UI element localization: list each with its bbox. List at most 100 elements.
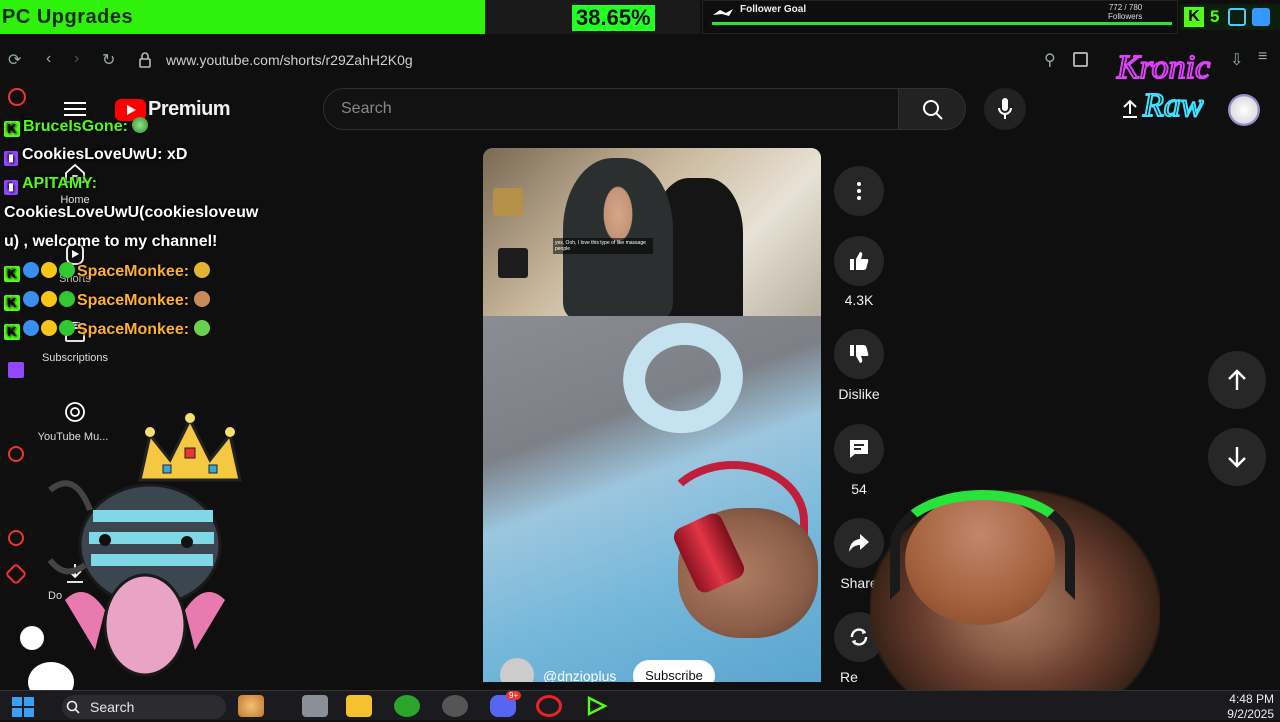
thumbs-up-icon: [850, 252, 869, 270]
next-video-button[interactable]: [1208, 428, 1266, 486]
search-icon: [66, 700, 80, 714]
comments-button[interactable]: [834, 424, 884, 474]
taskbar-search-label: Search: [90, 699, 135, 715]
chat-message: K SpaceMonkee:: [4, 262, 212, 282]
opera-icon[interactable]: [536, 695, 562, 717]
clock-icon: [8, 530, 24, 546]
search-placeholder: Search: [341, 100, 392, 117]
taskbar-time: 4:48 PM: [1229, 692, 1274, 706]
thumbs-down-icon: [850, 345, 869, 363]
emoji-icon: [20, 626, 44, 650]
axolotl-mascot: [45, 450, 245, 690]
pin-icon[interactable]: ⚲: [1044, 50, 1056, 70]
stream-status-icon: [8, 88, 26, 106]
verified-badge-icon: [59, 291, 75, 307]
discord-notification-badge: 9+: [506, 691, 522, 700]
headset: [890, 490, 1075, 600]
follower-goal-count: 772 / 780 Followers: [1108, 3, 1142, 21]
kick-logo-icon: K: [1184, 7, 1204, 27]
emote-icon: [193, 262, 210, 278]
chatgpt-icon[interactable]: [442, 695, 468, 717]
follower-goal-label: Follower Goal: [740, 4, 807, 15]
chat-message: ▮ CookiesLoveUwU: xD: [4, 146, 187, 166]
like-button[interactable]: [834, 236, 884, 286]
twitch-logo-icon: ▮: [4, 180, 18, 195]
taskbar-search[interactable]: [62, 695, 226, 719]
kick-logo-icon: K: [4, 295, 20, 311]
chat-text-line: u) , welcome to my channel!: [4, 233, 218, 250]
youtube-premium-logo[interactable]: Premium: [148, 98, 231, 121]
kick-studio-icon[interactable]: [584, 695, 610, 717]
widget-icon[interactable]: [238, 695, 264, 717]
channel-name[interactable]: @dnzioplus: [543, 668, 616, 682]
file-explorer-icon[interactable]: [346, 695, 372, 717]
youtube-music-icon[interactable]: [64, 401, 86, 423]
sync-icon[interactable]: ⟳: [8, 50, 21, 70]
sub-badge-icon: [41, 262, 57, 278]
goal-percent: 38.65%: [572, 5, 655, 31]
verified-badge-icon: [59, 320, 75, 336]
previous-video-button[interactable]: [1208, 351, 1266, 409]
search-icon: [923, 100, 943, 120]
follower-count-value: 772 / 780: [1108, 3, 1143, 12]
gear-icon: [4, 562, 28, 586]
reload-button[interactable]: ↻: [102, 50, 115, 70]
chat-message: K BruceIsGone:: [4, 117, 150, 137]
chat-username: SpaceMonkee:: [77, 263, 190, 280]
search-button[interactable]: [898, 88, 966, 130]
play-button-award-icon: [498, 248, 528, 278]
video-caption: yes, Ooh, I love this type of like massa…: [553, 238, 653, 254]
follower-goal-track: [712, 22, 1172, 25]
more-vertical-icon: [857, 182, 861, 200]
chat-username: CookiesLoveUwU:: [22, 146, 163, 163]
arrow-down-icon: [1228, 447, 1246, 468]
kronic-raw-logo: Kronic Raw: [1105, 38, 1255, 128]
goal-title: PC Upgrades: [2, 6, 134, 28]
share-icon: [849, 534, 869, 552]
emote-icon: [193, 291, 210, 307]
kick-logo-icon: K: [4, 121, 20, 137]
verified-badge-icon: [59, 262, 75, 278]
chat-username: BruceIsGone:: [23, 118, 128, 135]
taskbar-date: 9/2/2025: [1227, 707, 1274, 721]
chat-message: K SpaceMonkee:: [4, 291, 212, 311]
voice-search-button[interactable]: [984, 88, 1026, 130]
windows-start-icon[interactable]: [12, 697, 34, 717]
sidebar-item-youtube-music[interactable]: YouTube Mu...: [23, 431, 123, 443]
lock-icon: [138, 52, 152, 68]
play-button-award-icon: [493, 188, 523, 216]
xbox-icon[interactable]: [394, 695, 420, 717]
chat-text-line: CookiesLoveUwU(cookiesloveuw: [4, 204, 259, 221]
chat-username: SpaceMonkee:: [77, 292, 190, 309]
dislike-button[interactable]: [834, 329, 884, 379]
like-count: 4.3K: [844, 292, 874, 308]
remix-icon: [850, 628, 868, 646]
svg-text:Raw: Raw: [1142, 87, 1204, 124]
more-options-button[interactable]: [834, 166, 884, 216]
arrow-up-icon: [1228, 369, 1246, 390]
chat-message: ▮ APITAMY:: [4, 175, 97, 195]
back-button[interactable]: ‹: [46, 50, 51, 68]
chat-username: APITAMY:: [22, 175, 97, 192]
hamburger-menu-icon[interactable]: [64, 100, 86, 118]
address-bar[interactable]: www.youtube.com/shorts/r29ZahH2K0g: [166, 52, 413, 68]
remix-label: Re: [840, 669, 858, 685]
forward-button[interactable]: ›: [74, 50, 79, 68]
dislike-label: Dislike: [838, 386, 880, 402]
kick-logo-icon: K: [4, 266, 20, 282]
sub-badge-icon: [41, 291, 57, 307]
search-input[interactable]: [323, 88, 899, 130]
task-view-icon[interactable]: [302, 695, 328, 717]
screenshot-icon[interactable]: [1073, 52, 1088, 67]
sub-badge-icon: [41, 320, 57, 336]
chat-message: K SpaceMonkee:: [4, 320, 212, 340]
subscribe-button[interactable]: Subscribe: [633, 660, 715, 682]
chat-text: xD: [166, 146, 188, 163]
record-icon: [8, 446, 24, 462]
shorts-video-player[interactable]: yes, Ooh, I love this type of like massa…: [483, 148, 821, 682]
twitch-logo-icon: ▮: [4, 151, 18, 166]
sidebar-item-subscriptions[interactable]: Subscriptions: [25, 352, 125, 364]
menu-icon[interactable]: ≡: [1258, 48, 1267, 66]
kick-viewer-count: 5: [1210, 7, 1220, 26]
comment-icon: [850, 440, 868, 458]
